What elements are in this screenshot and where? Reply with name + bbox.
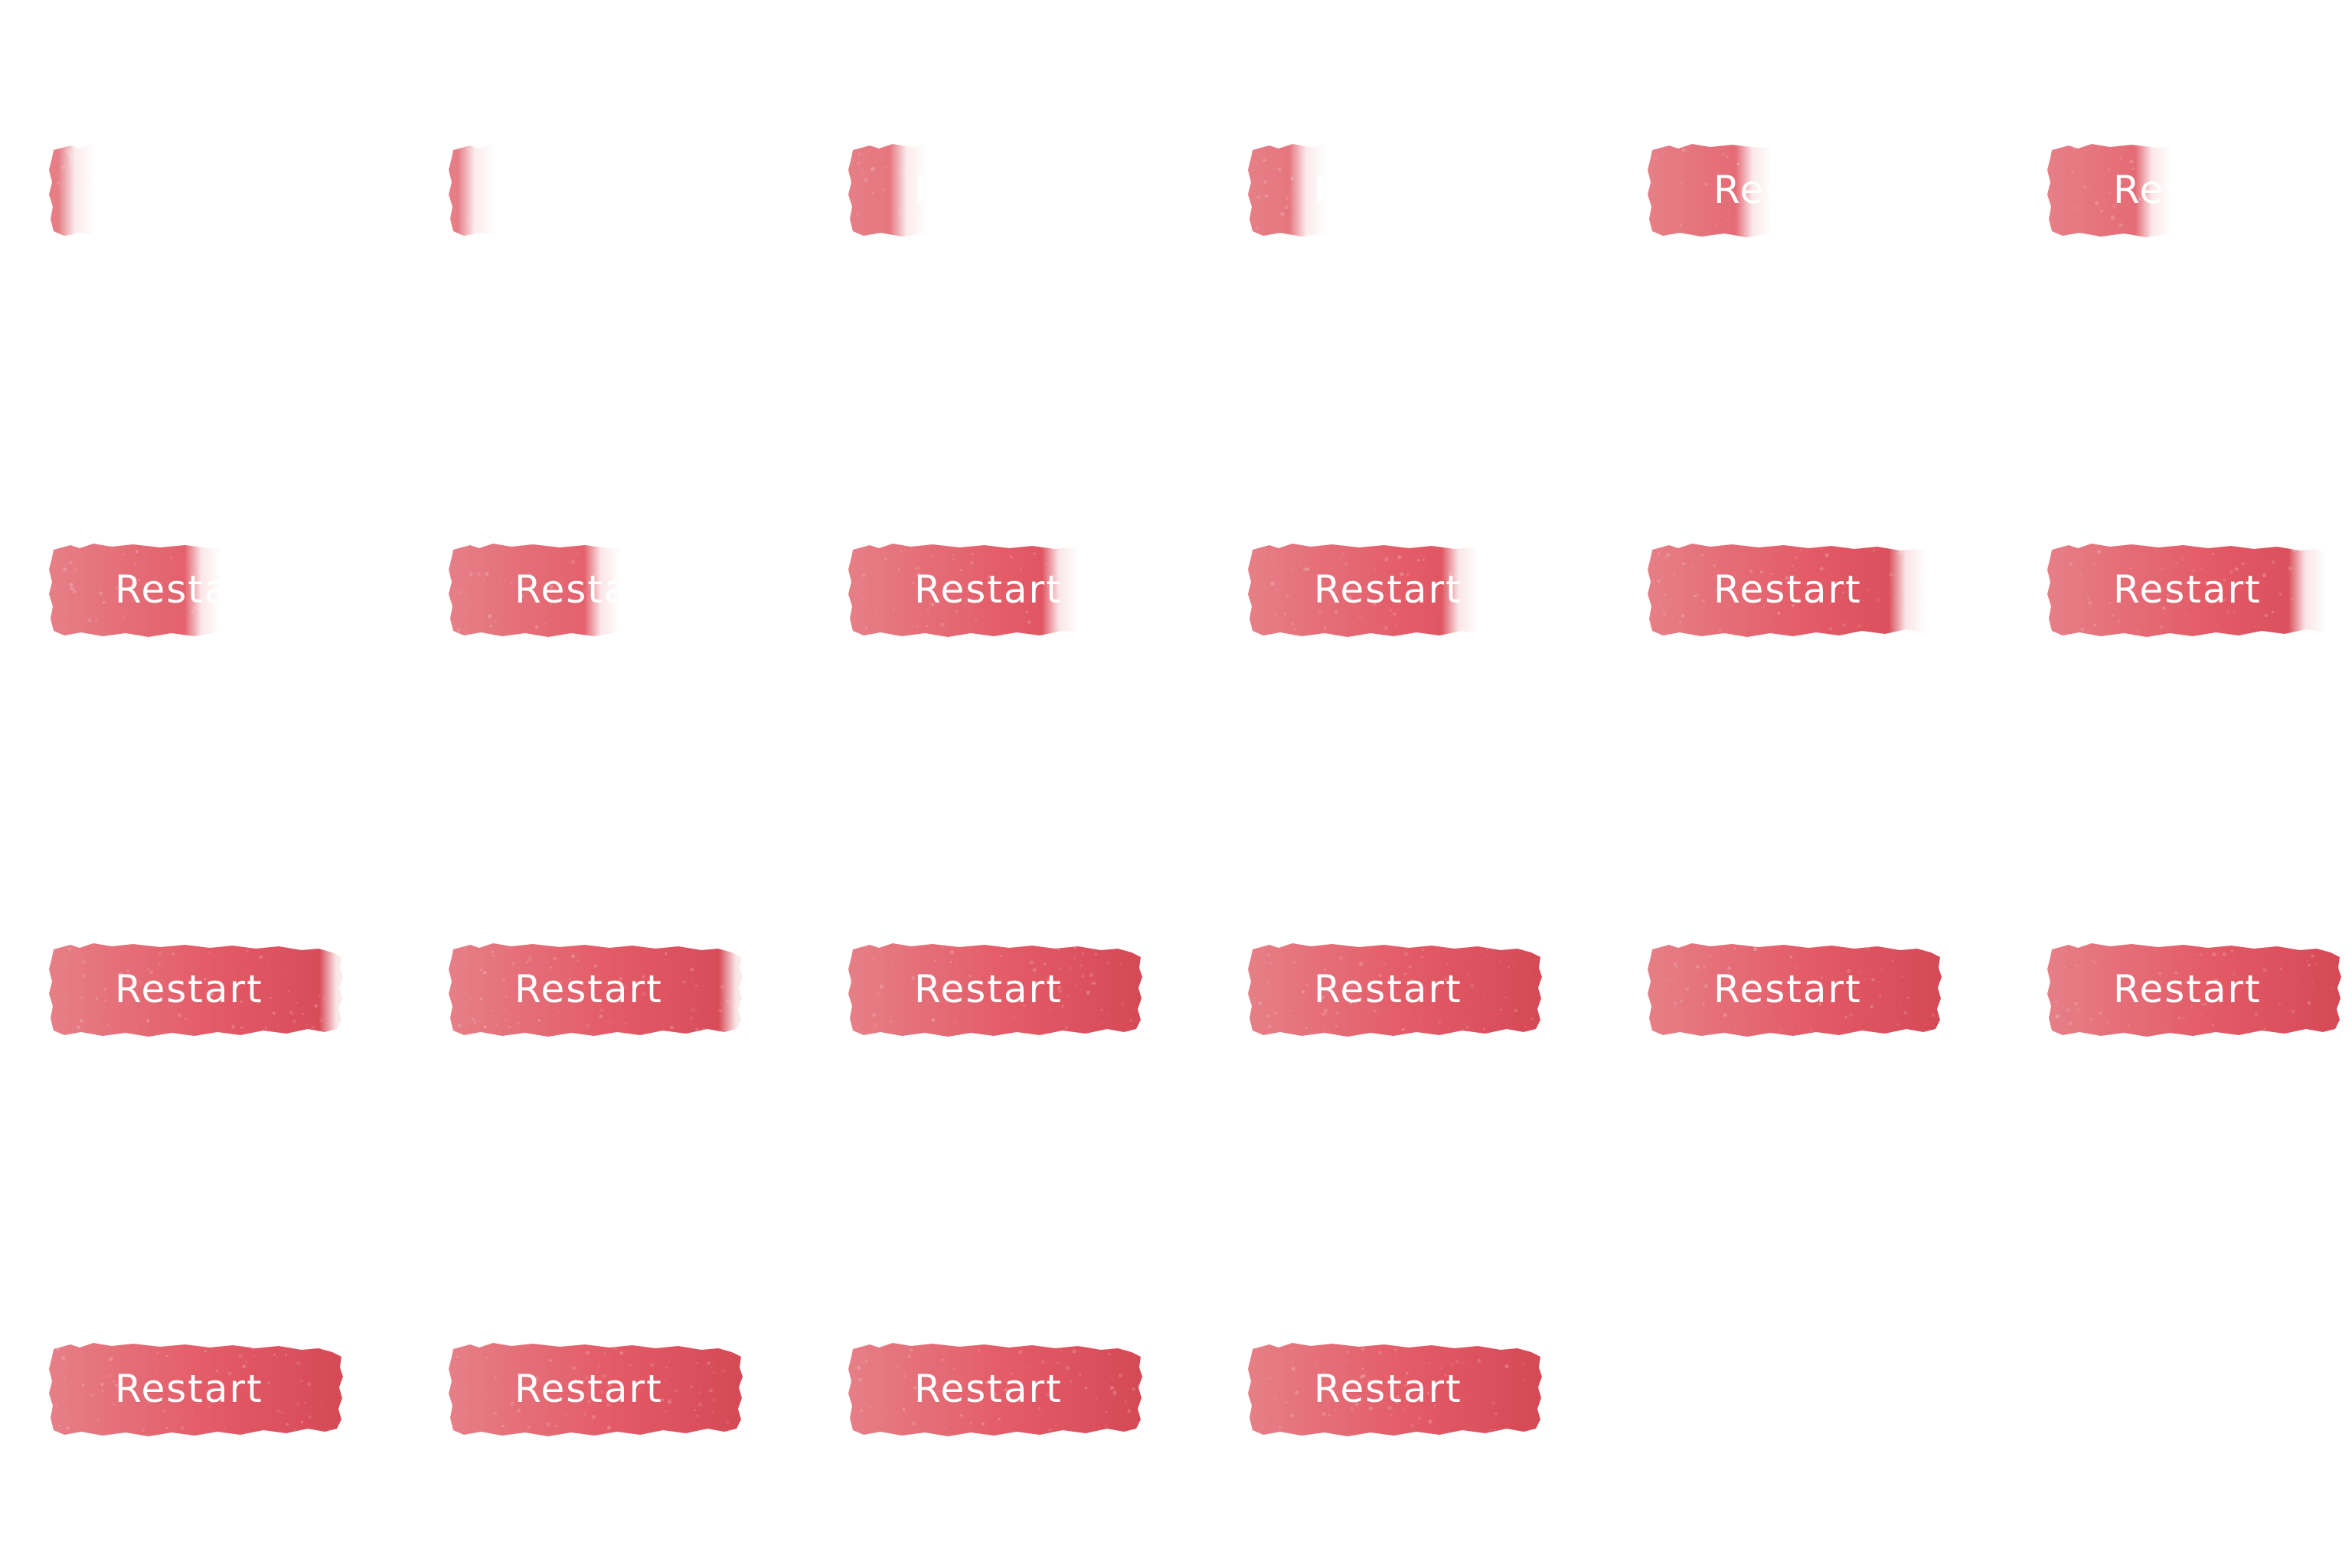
restart-button-label: Restart — [115, 1363, 283, 1415]
restart-button-sprite-sheet: Restart Restart Restart Restart Restart Resta… — [0, 0, 2352, 1568]
sprite-frame: Restart — [1248, 142, 1542, 237]
sprite-frame: Restart — [449, 942, 743, 1037]
restart-button-label: Restart — [1713, 564, 1882, 616]
restart-button[interactable]: Restart — [1248, 142, 1542, 237]
sprite-frame: Restart — [1248, 942, 1542, 1037]
restart-button[interactable]: Restart — [1248, 542, 1542, 637]
restart-button-label: Restart — [2113, 564, 2282, 616]
sprite-frame: Restart — [1248, 1341, 1542, 1436]
restart-button[interactable]: Restart — [1248, 942, 1542, 1037]
restart-button-label: Restart — [914, 564, 1083, 616]
sprite-frame: Restart — [848, 542, 1142, 637]
restart-button[interactable]: Restart — [1248, 1341, 1542, 1436]
restart-button[interactable]: Restart — [1648, 542, 1942, 637]
sprite-frame: Restart — [449, 1341, 743, 1436]
restart-button-label: Restart — [115, 963, 283, 1015]
restart-button-label: Restart — [2113, 963, 2282, 1015]
sprite-frame: Restart — [49, 142, 343, 237]
restart-button-label: Restart — [514, 1363, 683, 1415]
restart-button[interactable]: Restart — [2047, 142, 2341, 237]
restart-button[interactable]: Restart — [2047, 542, 2341, 637]
restart-button-label: Restart — [115, 564, 283, 616]
restart-button[interactable]: Restart — [848, 942, 1142, 1037]
sprite-frame: Restart — [2047, 942, 2341, 1037]
sprite-frame: Restart — [1648, 142, 1942, 237]
sprite-frame: Restart — [848, 142, 1142, 237]
restart-button[interactable]: Restart — [1648, 942, 1942, 1037]
restart-button[interactable]: Restart — [449, 1341, 743, 1436]
restart-button-label: Restart — [115, 164, 283, 216]
sprite-frame: Restart — [2047, 142, 2341, 237]
sprite-frame: Restart — [1648, 942, 1942, 1037]
restart-button-label: Restart — [914, 164, 1083, 216]
restart-button-label: Restart — [914, 1363, 1083, 1415]
restart-button[interactable]: Restart — [49, 1341, 343, 1436]
restart-button-label: Restart — [514, 164, 683, 216]
restart-button-label: Restart — [1713, 963, 1882, 1015]
restart-button[interactable]: Restart — [1648, 142, 1942, 237]
restart-button[interactable]: Restart — [848, 542, 1142, 637]
restart-button-label: Restart — [1314, 1363, 1482, 1415]
sprite-frame: Restart — [2047, 542, 2341, 637]
sprite-frame: Restart — [49, 542, 343, 637]
restart-button-label: Restart — [1314, 164, 1482, 216]
restart-button[interactable]: Restart — [449, 142, 743, 237]
sprite-frame: Restart — [49, 942, 343, 1037]
restart-button-label: Restart — [914, 963, 1083, 1015]
restart-button-label: Restart — [2113, 164, 2282, 216]
restart-button-label: Restart — [1314, 564, 1482, 616]
sprite-frame: Restart — [1648, 542, 1942, 637]
restart-button[interactable]: Restart — [449, 942, 743, 1037]
restart-button-label: Restart — [1713, 164, 1882, 216]
restart-button[interactable]: Restart — [848, 142, 1142, 237]
restart-button[interactable]: Restart — [49, 142, 343, 237]
restart-button-label: Restart — [1314, 963, 1482, 1015]
sprite-frame: Restart — [1248, 542, 1542, 637]
restart-button[interactable]: Restart — [848, 1341, 1142, 1436]
restart-button-label: Restart — [514, 963, 683, 1015]
restart-button[interactable]: Restart — [449, 542, 743, 637]
restart-button-label: Restart — [514, 564, 683, 616]
restart-button[interactable]: Restart — [49, 542, 343, 637]
restart-button[interactable]: Restart — [49, 942, 343, 1037]
sprite-frame: Restart — [848, 1341, 1142, 1436]
sprite-frame: Restart — [49, 1341, 343, 1436]
sprite-frame: Restart — [848, 942, 1142, 1037]
sprite-frame: Restart — [449, 542, 743, 637]
sprite-frame: Restart — [449, 142, 743, 237]
restart-button[interactable]: Restart — [2047, 942, 2341, 1037]
